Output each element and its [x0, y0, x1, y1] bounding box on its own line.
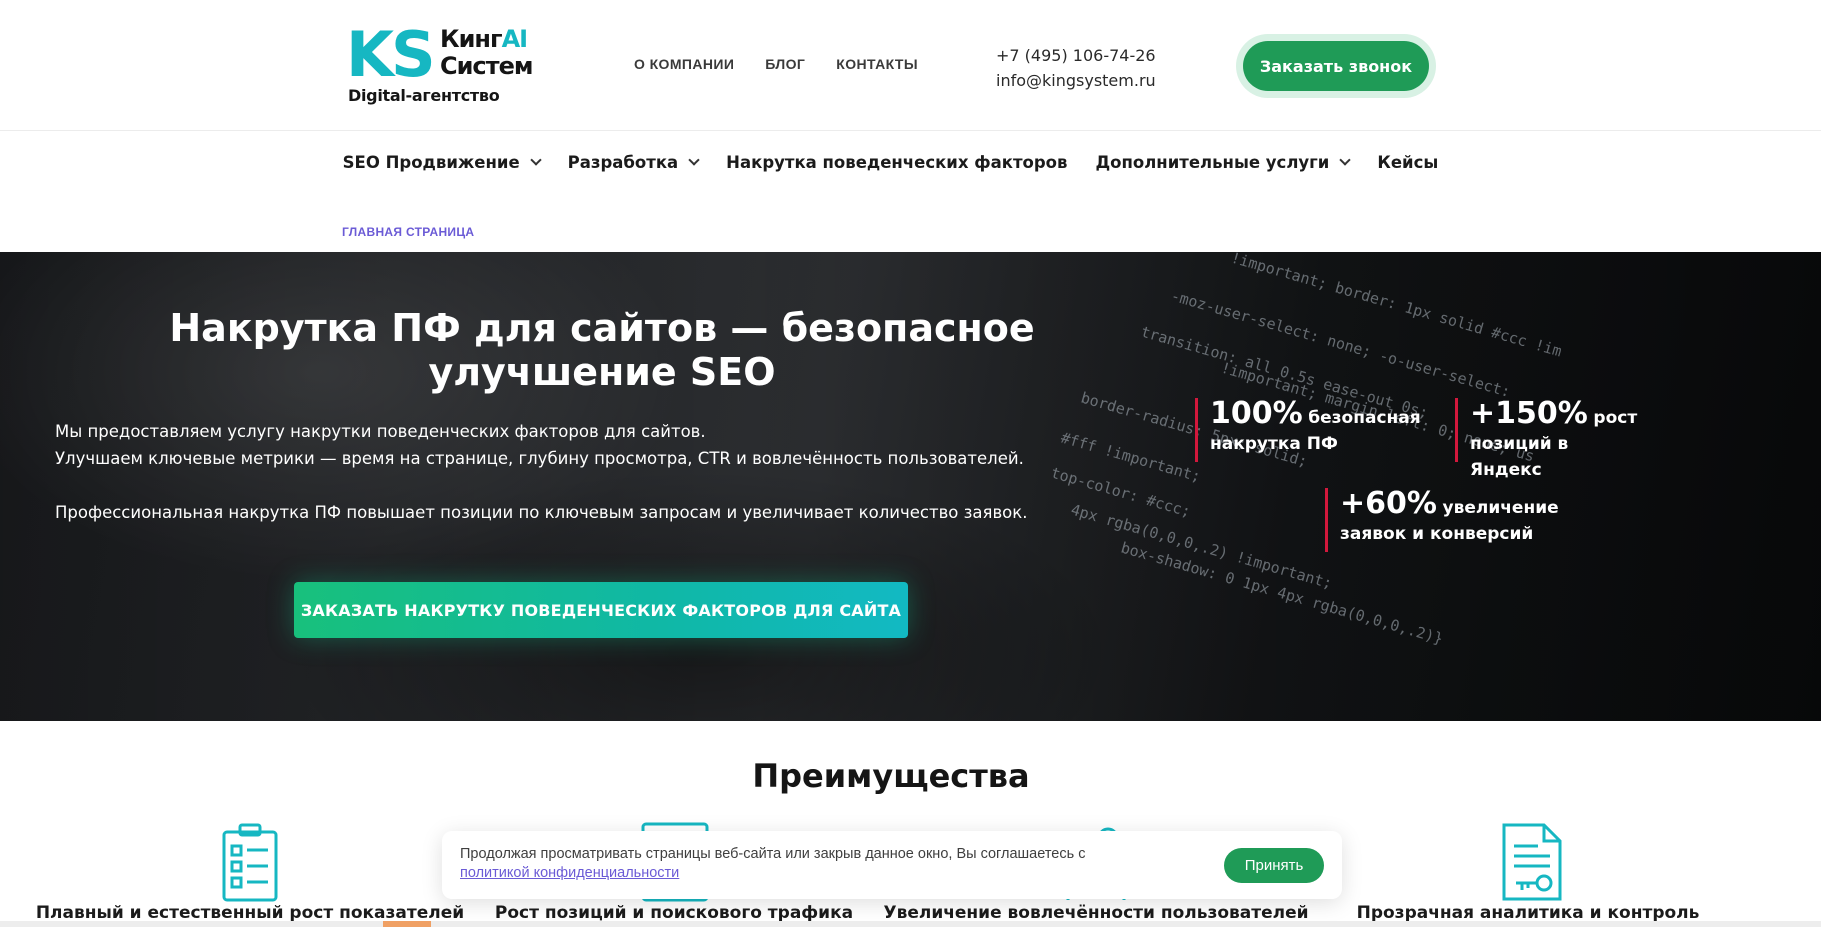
stat-value: +60%	[1340, 486, 1437, 521]
advantage-label: Плавный и естественный рост показателей	[35, 903, 465, 923]
stat-text: заявок и конверсий	[1340, 524, 1534, 544]
checklist-icon	[222, 823, 278, 902]
order-pf-boost-button[interactable]: ЗАКАЗАТЬ НАКРУТКУ ПОВЕДЕНЧЕСКИХ ФАКТОРОВ…	[294, 582, 908, 638]
main-nav-label: Дополнительные услуги	[1095, 152, 1330, 172]
stat-conversions: +60% увеличение заявок и конверсий	[1325, 488, 1565, 552]
main-nav-label: SEO Продвижение	[342, 152, 520, 172]
call-button-halo: Заказать звонок	[1236, 34, 1436, 98]
code-line: box-shadow: 0 1px 4px rgba(0,0,0,.2)}	[1119, 539, 1445, 648]
top-nav-contacts[interactable]: КОНТАКТЫ	[836, 56, 918, 72]
advantage-label: Увеличение вовлечённости пользователей	[883, 903, 1309, 923]
bottom-strip	[0, 921, 1821, 927]
email-link[interactable]: info@kingsystem.ru	[996, 68, 1156, 93]
advantage-label: Рост позиций и поискового трафика	[494, 903, 854, 923]
hero-text-line: Профессиональная накрутка ПФ повышает по…	[55, 503, 1028, 522]
main-nav-development[interactable]: Разработка	[567, 152, 700, 172]
hero-title: Накрутка ПФ для сайтов — безопасное улуч…	[169, 306, 1035, 394]
main-nav-pf-boost[interactable]: Накрутка поведенческих факторов	[726, 153, 1067, 172]
logo[interactable]: KS КингAI Систем Digital-агентство	[346, 24, 556, 108]
main-nav-seo[interactable]: SEO Продвижение	[342, 152, 542, 172]
hero-section: !important; border: 1px solid #ccc !im -…	[0, 252, 1821, 721]
top-header: KS КингAI Систем Digital-агентство О КОМ…	[0, 0, 1821, 131]
top-nav-about[interactable]: О КОМПАНИИ	[634, 56, 734, 72]
stat-text: накрутка ПФ	[1210, 434, 1338, 454]
stat-text: Яндекс	[1470, 460, 1542, 480]
stat-positions-growth: +150% рост позиций в Яндекс	[1455, 396, 1715, 480]
stat-text: увеличение	[1442, 498, 1559, 518]
logo-name-ai: AI	[501, 25, 528, 53]
main-nav-extra-services[interactable]: Дополнительные услуги	[1095, 152, 1352, 172]
logo-name: КингAI Систем	[440, 25, 533, 80]
document-key-icon	[1502, 823, 1562, 901]
top-nav: О КОМПАНИИ БЛОГ КОНТАКТЫ	[634, 56, 949, 72]
advantages-title: Преимущества	[752, 757, 1030, 795]
main-nav-label: Накрутка поведенческих факторов	[726, 152, 1068, 172]
main-nav: SEO Продвижение Разработка Накрутка пове…	[0, 131, 1821, 193]
main-nav-cases[interactable]: Кейсы	[1377, 153, 1438, 172]
logo-name-line2: Систем	[440, 52, 533, 80]
code-line: !important; border: 1px solid #ccc !im	[1229, 252, 1564, 360]
main-nav-label: Кейсы	[1377, 152, 1439, 172]
logo-tagline: Digital-агентство	[348, 86, 500, 105]
stat-safety: 100% безопасная накрутка ПФ	[1195, 398, 1435, 462]
privacy-policy-link[interactable]: политикой конфиденциальности	[460, 865, 679, 881]
contacts: +7 (495) 106-74-26 info@kingsystem.ru	[996, 43, 1156, 93]
chevron-down-icon	[1339, 153, 1352, 166]
stat-value: 100%	[1210, 396, 1303, 431]
cookie-consent-banner: Продолжая просматривать страницы веб-сай…	[442, 831, 1342, 899]
top-nav-blog[interactable]: БЛОГ	[765, 56, 805, 72]
chevron-down-icon	[529, 153, 542, 166]
cookie-text: Продолжая просматривать страницы веб-сай…	[460, 845, 1180, 883]
hero-text-line: Улучшаем ключевые метрики — время на стр…	[55, 449, 1024, 468]
main-nav-label: Разработка	[567, 152, 679, 172]
cookie-accept-button[interactable]: Принять	[1224, 848, 1324, 883]
stat-text: безопасная	[1308, 408, 1421, 428]
order-call-button[interactable]: Заказать звонок	[1243, 41, 1429, 91]
hero-description: Мы предоставляем услугу накрутки поведен…	[55, 418, 1055, 526]
breadcrumb-home[interactable]: ГЛАВНАЯ СТРАНИЦА	[342, 225, 474, 239]
cookie-message: Продолжая просматривать страницы веб-сай…	[460, 846, 1086, 862]
stat-value: +150%	[1470, 396, 1588, 431]
advantage-label: Прозрачная аналитика и контроль	[1356, 903, 1700, 923]
logo-mark: KS	[346, 18, 436, 91]
chevron-down-icon	[688, 153, 700, 166]
bottom-widget-tab[interactable]	[383, 921, 431, 927]
logo-name-line1: Кинг	[440, 25, 503, 53]
hero-text-line: Мы предоставляем услугу накрутки поведен…	[55, 422, 706, 441]
phone-link[interactable]: +7 (495) 106-74-26	[996, 43, 1156, 68]
